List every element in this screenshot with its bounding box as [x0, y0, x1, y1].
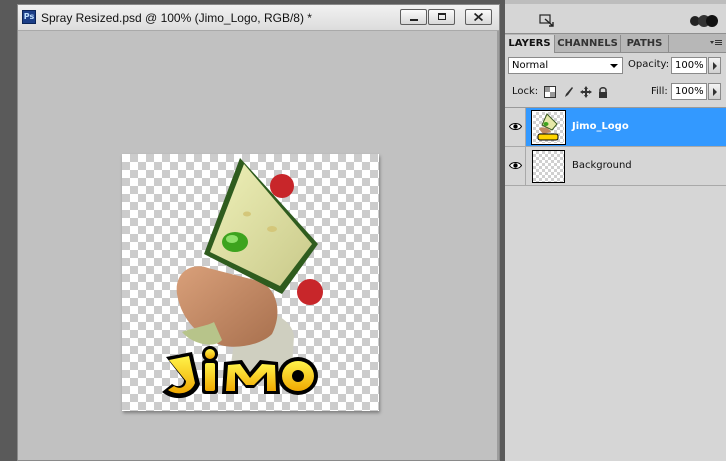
photoshop-icon: Ps — [22, 10, 36, 24]
eye-icon — [509, 123, 522, 130]
layer-row-background[interactable]: Background — [505, 147, 726, 186]
lock-image-pixels-icon[interactable] — [562, 86, 574, 98]
opacity-label: Opacity: — [628, 59, 670, 70]
layer-thumbnail — [531, 110, 566, 145]
blend-mode-value: Normal — [512, 60, 549, 71]
logo-thumbnail-art — [537, 113, 559, 141]
eye-icon — [509, 162, 522, 169]
minimize-button[interactable] — [400, 9, 427, 25]
layer-list: Jimo_Logo Background — [505, 107, 726, 461]
blend-mode-select[interactable]: Normal — [508, 57, 623, 74]
brushes-icon[interactable] — [689, 13, 719, 29]
lock-position-icon[interactable] — [580, 86, 592, 98]
document-title-bar[interactable]: Ps Spray Resized.psd @ 100% (Jimo_Logo, … — [18, 5, 499, 31]
panel-menu-icon[interactable] — [709, 38, 723, 48]
spray-can-artwork — [162, 158, 323, 399]
lock-all-icon[interactable] — [597, 86, 609, 98]
layer-name[interactable]: Jimo_Logo — [572, 121, 629, 132]
canvas-area[interactable] — [18, 31, 499, 460]
opacity-field[interactable]: 100% — [671, 57, 707, 74]
tab-paths[interactable]: PATHS — [621, 35, 669, 52]
tab-channels[interactable]: CHANNELS — [555, 35, 621, 52]
chevron-down-icon — [610, 64, 618, 68]
lock-label: Lock: — [512, 86, 539, 97]
document-title: Spray Resized.psd @ 100% (Jimo_Logo, RGB… — [41, 11, 312, 25]
minimize-icon — [410, 19, 418, 21]
layers-panel: LAYERS CHANNELS PATHS Normal Opacity: 10… — [505, 34, 726, 461]
maximize-icon — [438, 13, 446, 20]
fill-label: Fill: — [651, 86, 668, 97]
layer-name[interactable]: Background — [572, 160, 632, 171]
vertical-scrollbar[interactable] — [497, 31, 499, 460]
collapsed-panel-strip — [505, 0, 726, 34]
fill-field[interactable]: 100% — [671, 83, 707, 100]
close-icon — [473, 12, 484, 22]
lock-transparent-pixels-icon[interactable] — [544, 86, 556, 98]
layer-thumbnail — [532, 150, 565, 183]
opacity-slider-button[interactable] — [708, 57, 721, 74]
layer-row-jimo-logo[interactable]: Jimo_Logo — [505, 108, 726, 147]
panel-dock: LAYERS CHANNELS PATHS Normal Opacity: 10… — [505, 0, 726, 461]
tab-layers[interactable]: LAYERS — [505, 35, 555, 53]
maximize-button[interactable] — [428, 9, 455, 25]
fill-slider-button[interactable] — [708, 83, 721, 100]
navigator-icon[interactable] — [539, 14, 555, 28]
image-canvas[interactable] — [122, 154, 379, 411]
document-window: Ps Spray Resized.psd @ 100% (Jimo_Logo, … — [17, 4, 500, 461]
layer-visibility-toggle[interactable] — [505, 147, 526, 185]
panel-tab-row: LAYERS CHANNELS PATHS — [505, 34, 726, 53]
close-button[interactable] — [465, 9, 492, 25]
layer-visibility-toggle[interactable] — [505, 108, 526, 146]
panel-grip[interactable] — [505, 0, 726, 4]
